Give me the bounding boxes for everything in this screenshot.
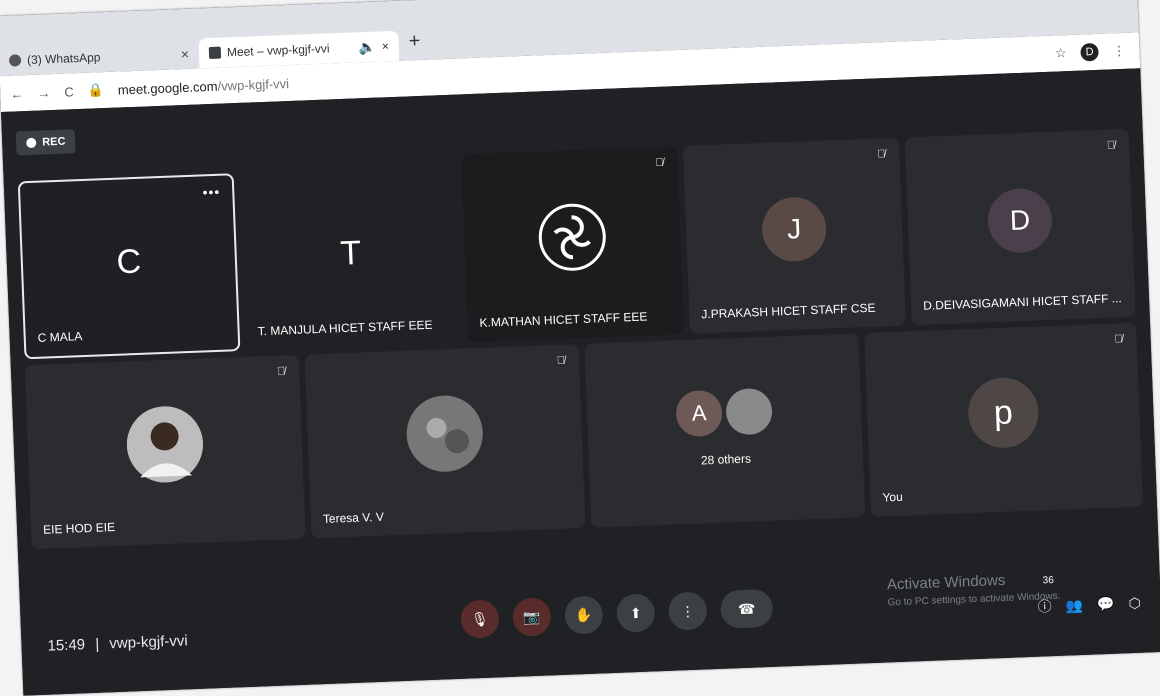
close-tab-button[interactable]: ×	[180, 46, 189, 62]
others-tile[interactable]: A 28 others	[584, 333, 866, 528]
others-avatars: A	[675, 387, 773, 437]
others-count: 28 others	[700, 451, 752, 468]
back-arrow-icon[interactable]: ←	[10, 86, 24, 101]
mic-off-icon: 🎙̸	[556, 354, 566, 367]
tab-label: (3) WhatsApp	[26, 50, 101, 68]
mic-off-icon: 🎙̸	[876, 148, 886, 161]
info-icon[interactable]: ⓘ	[1037, 596, 1052, 617]
more-options-icon[interactable]: •••	[202, 184, 220, 201]
meeting-code: vwp-kgjf-vvi	[109, 632, 188, 653]
people-icon[interactable]: 👥	[1065, 596, 1083, 614]
camera-toggle-button[interactable]: 📷	[512, 597, 552, 637]
activities-icon[interactable]: ⬡	[1128, 594, 1141, 611]
self-tile[interactable]: 🎙̸ p You	[864, 322, 1144, 517]
participant-initial: T	[339, 233, 362, 273]
obs-logo-icon	[538, 203, 606, 271]
meet-icon	[208, 46, 222, 60]
photo-icon	[406, 395, 483, 472]
side-controls: ⓘ 👥 💬 ⬡	[1037, 593, 1141, 617]
participant-name: You	[882, 489, 904, 505]
forward-arrow-icon[interactable]: →	[37, 85, 51, 100]
present-button[interactable]: ⬆	[616, 593, 656, 633]
lock-icon: 🔒	[87, 82, 105, 98]
profile-photo	[725, 387, 773, 436]
participant-initial: D	[986, 187, 1054, 254]
url-path: /vwp-kgjf-vvi	[217, 75, 290, 94]
participant-name: K.MATHAN HICET STAFF EEE	[479, 309, 648, 330]
speaker-icon: 🔈	[358, 38, 377, 55]
call-controls: 🎙 📷 ✋ ⬆ ⋮ ☎	[460, 588, 774, 639]
person-icon	[126, 406, 203, 483]
browser-window: – ❐ × (3) WhatsApp × Meet – vwp-kgjf-vvi…	[0, 0, 1160, 696]
window-controls: – ❐ ×	[1012, 0, 1127, 1]
participant-count: 36	[1042, 574, 1055, 587]
participant-tile[interactable]: 🎙̸ D D.DEIVASIGAMANI HICET STAFF ...	[904, 128, 1136, 326]
profile-photo	[125, 404, 205, 484]
participant-tile[interactable]: 🎙̸ J J.PRAKASH HICET STAFF CSE	[682, 137, 906, 334]
participant-name: J.PRAKASH HICET STAFF CSE	[701, 300, 876, 322]
close-tab-button[interactable]: ×	[382, 39, 390, 53]
mic-off-icon: 🎙̸	[655, 156, 664, 169]
record-dot-icon	[26, 137, 37, 149]
participant-tile[interactable]: 🎙̸ K.MATHAN HICET STAFF EEE	[461, 146, 685, 343]
windows-watermark: Activate Windows Go to PC settings to ac…	[887, 570, 1061, 613]
mic-off-icon: 🎙̸	[1106, 139, 1116, 152]
star-icon[interactable]: ☆	[1055, 45, 1067, 61]
mic-off-icon: 🎙̸	[276, 365, 286, 378]
meeting-info: 15:49 | vwp-kgjf-vvi	[47, 632, 188, 654]
divider: |	[94, 635, 100, 653]
participant-tile[interactable]: ••• C C MALA	[17, 173, 241, 360]
new-tab-button[interactable]: +	[408, 30, 421, 53]
reload-icon[interactable]: C	[64, 84, 74, 99]
participant-name: EIE HOD EIE	[42, 519, 116, 537]
whatsapp-icon	[8, 54, 22, 67]
participant-initial: J	[760, 196, 828, 263]
mic-toggle-button[interactable]: 🎙	[460, 599, 500, 639]
participant-initial: A	[675, 389, 723, 437]
participant-name: T. MANJULA HICET STAFF EEE	[257, 317, 433, 339]
participant-name: D.DEIVASIGAMANI HICET STAFF ...	[922, 291, 1122, 313]
more-options-button[interactable]: ⋮	[668, 591, 708, 631]
participant-name: Teresa V. V	[322, 509, 385, 527]
clock: 15:49	[47, 636, 86, 655]
url-host: meet.google.com	[117, 78, 218, 98]
meet-stage: REC ••• C C MALA T T. MANJULA HICET STAF…	[1, 68, 1160, 696]
mic-off-icon: 🎙̸	[1114, 333, 1123, 346]
meeting-bottom-bar: 15:49 | vwp-kgjf-vvi 🎙 📷 ✋ ⬆ ⋮ ☎ Activat…	[20, 566, 1160, 696]
participant-initial: p	[967, 376, 1040, 450]
tab-label: Meet – vwp-kgjf-vvi	[226, 41, 330, 60]
chat-icon[interactable]: 💬	[1097, 595, 1115, 613]
profile-photo	[405, 394, 485, 474]
recording-badge: REC	[15, 129, 76, 156]
raise-hand-button[interactable]: ✋	[564, 595, 604, 635]
participant-tile[interactable]: T T. MANJULA HICET STAFF EEE	[239, 164, 463, 351]
participant-tile[interactable]: 🎙̸ EIE HOD EIE	[24, 354, 306, 550]
profile-avatar[interactable]: D	[1080, 42, 1099, 62]
participant-name: C MALA	[37, 329, 83, 345]
recording-label: REC	[42, 135, 66, 149]
leave-call-button[interactable]: ☎	[719, 588, 774, 629]
menu-icon[interactable]: ⋮	[1112, 43, 1126, 59]
participant-initial: C	[115, 242, 142, 282]
participant-tile[interactable]: 🎙̸ Teresa V. V	[304, 344, 586, 539]
address-bar[interactable]: meet.google.com/vwp-kgjf-vvi	[118, 75, 290, 97]
